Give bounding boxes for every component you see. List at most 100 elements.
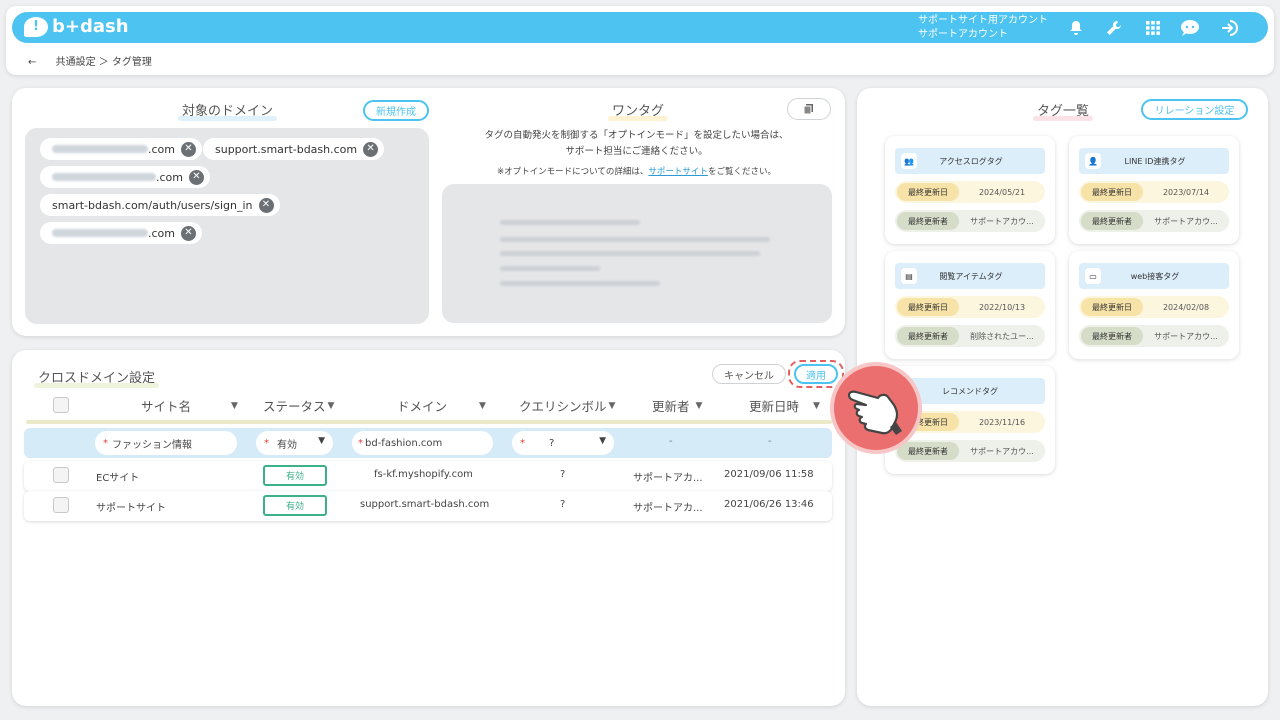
new-entry-row: * ファッション情報 * 有効 ▼ * bd-fashion.com *? ▼ - - xyxy=(24,428,832,458)
updated-row: 最終更新日 2024/05/21 xyxy=(895,181,1045,203)
select-all-checkbox[interactable] xyxy=(53,397,69,413)
status-select[interactable]: * 有効 ▼ xyxy=(256,431,333,455)
updater-row: 最終更新者 サポートアカウ... xyxy=(895,210,1045,232)
bell-icon[interactable] xyxy=(1066,18,1086,38)
select-value: 有効 xyxy=(277,439,297,451)
updated-value: 2023/07/14 xyxy=(1162,187,1210,197)
col-status[interactable]: ステータス ▼ xyxy=(263,396,334,415)
updater-label: 最終更新者 xyxy=(897,212,959,230)
chevron-down-icon: ▼ xyxy=(695,400,703,411)
updater-value: サポートアカウ... xyxy=(1154,216,1218,226)
tag-name: web接客タグ xyxy=(1130,271,1180,281)
chevron-down-icon: ▼ xyxy=(231,400,238,411)
col-site-name[interactable]: サイト名 ▼ xyxy=(141,396,238,415)
input-value: bd-fashion.com xyxy=(365,437,443,449)
copy-button[interactable] xyxy=(787,98,831,120)
site-name-cell: ECサイト xyxy=(96,473,140,484)
updater-label: 最終更新者 xyxy=(1081,327,1143,345)
table-row[interactable]: ECサイト 有効 fs-kf.myshopify.com ? サポートアカ...… xyxy=(24,461,832,491)
updater-label: 最終更新者 xyxy=(897,327,959,345)
row-checkbox[interactable] xyxy=(53,467,69,483)
updated-value: 2022/10/13 xyxy=(978,302,1026,312)
new-domain-button[interactable]: 新規作成 xyxy=(363,100,429,121)
updater-cell: サポートアカ... xyxy=(633,503,703,514)
domain-chip: smart-bdash.com/auth/users/sign_in ✕ xyxy=(40,194,280,216)
domain-text: .com xyxy=(148,226,175,240)
onetag-description: タグの自動発火を制御する「オプトインモード」を設定したい場合は、 サポート担当に… xyxy=(440,128,833,160)
chat-icon[interactable] xyxy=(1180,18,1200,38)
relation-settings-button[interactable]: リレーション設定 xyxy=(1141,99,1248,120)
header-divider xyxy=(26,420,832,424)
updater-cell: サポートアカ... xyxy=(633,473,703,484)
account-name: サポートサイト用アカウント xyxy=(918,15,1048,26)
logo-icon: ! xyxy=(24,16,48,37)
logo[interactable]: ! b+dash xyxy=(24,16,129,37)
tag-list-title: タグ一覧 xyxy=(1033,100,1094,121)
input-value: ファッション情報 xyxy=(112,439,192,451)
remove-icon[interactable]: ✕ xyxy=(181,225,196,241)
tag-card-web-service[interactable]: ▭ web接客タグ 最終更新日 2024/02/08 最終更新者 サポートアカウ... xyxy=(1069,251,1239,359)
status-badge: 有効 xyxy=(263,495,327,516)
copy-icon xyxy=(803,104,813,115)
chevron-down-icon: ▼ xyxy=(599,436,606,446)
tag-name: アクセスログタグ xyxy=(939,156,1003,166)
onetag-desc-line2: サポート担当にご連絡ください。 xyxy=(565,146,708,157)
remove-icon[interactable]: ✕ xyxy=(258,197,274,213)
cross-domain-title: クロスドメイン設定 xyxy=(34,367,160,388)
back-arrow-icon[interactable]: ← xyxy=(28,57,36,68)
col-updated-at[interactable]: 更新日時 ▼ xyxy=(749,396,820,415)
account-info[interactable]: サポートサイト用アカウント サポートアカウント xyxy=(918,14,1048,42)
blurred-text xyxy=(52,172,156,181)
tag-card-header: 👤 LINE ID連携タグ xyxy=(1079,148,1229,174)
col-label: 更新日時 xyxy=(749,399,800,414)
domains-title: 対象のドメイン xyxy=(178,100,278,121)
updated-row: 最終更新日 2023/07/14 xyxy=(1079,181,1229,203)
chevron-down-icon: ▼ xyxy=(479,400,486,411)
updated-cell: 2021/09/06 11:58 xyxy=(724,469,814,480)
site-name-input[interactable]: * ファッション情報 xyxy=(95,431,237,455)
updater-value: サポートアカウ... xyxy=(970,216,1034,226)
domain-input[interactable]: * bd-fashion.com xyxy=(352,431,493,455)
domain-cell: support.smart-bdash.com xyxy=(360,499,490,510)
table-row[interactable]: サポートサイト 有効 support.smart-bdash.com ? サポー… xyxy=(24,491,832,521)
blurred-text xyxy=(52,144,148,153)
domain-text: .com xyxy=(148,142,175,156)
col-label: 更新者 xyxy=(652,399,690,414)
col-domain[interactable]: ドメイン ▼ xyxy=(397,396,486,415)
updated-value: 2024/05/21 xyxy=(978,187,1026,197)
tag-card-line-id[interactable]: 👤 LINE ID連携タグ 最終更新日 2023/07/14 最終更新者 サポートアカ… xyxy=(1069,136,1239,244)
tag-card-header: 👥 アクセスログタグ xyxy=(895,148,1045,174)
remove-icon[interactable]: ✕ xyxy=(363,141,379,157)
support-site-link[interactable]: サポートサイト xyxy=(648,167,708,177)
tag-card-access-log[interactable]: 👥 アクセスログタグ 最終更新日 2024/05/21 最終更新者 サポートアカウ..… xyxy=(885,136,1055,244)
remove-icon[interactable]: ✕ xyxy=(181,141,196,157)
query-symbol-select[interactable]: *? ▼ xyxy=(512,431,614,455)
cancel-button[interactable]: キャンセル xyxy=(712,364,786,384)
updater-value: サポートアカウ... xyxy=(970,446,1034,456)
onetag-note: ※オプトインモードについての詳細は、サポートサイトをご覧ください。 xyxy=(440,164,833,180)
site-name-cell: サポートサイト xyxy=(96,503,166,514)
updated-label: 最終更新日 xyxy=(1081,298,1143,316)
col-query-symbol[interactable]: クエリシンボル ▼ xyxy=(519,396,615,415)
chevron-down-icon: ▼ xyxy=(327,400,335,411)
logo-text: b+dash xyxy=(52,16,129,37)
top-bar: ! b+dash サポートサイト用アカウント サポートアカウント xyxy=(12,12,1268,43)
remove-icon[interactable]: ✕ xyxy=(189,169,204,185)
tag-card-header: ▤ 閲覧アイテムタグ xyxy=(895,263,1045,289)
updater-value: サポートアカウ... xyxy=(1154,331,1218,341)
updated-value: 2024/02/08 xyxy=(1162,302,1210,312)
wrench-icon[interactable] xyxy=(1104,18,1124,38)
updater-label: 最終更新者 xyxy=(897,442,959,460)
grid-icon[interactable] xyxy=(1143,18,1163,38)
col-updater[interactable]: 更新者 ▼ xyxy=(652,396,702,415)
breadcrumb: ← 共通設定 ＞ タグ管理 xyxy=(28,53,152,68)
logout-icon[interactable] xyxy=(1220,18,1240,38)
col-label: クエリシンボル xyxy=(519,399,607,414)
person-icon: 👤 xyxy=(1085,153,1101,169)
chevron-down-icon: ▼ xyxy=(813,400,820,411)
row-checkbox[interactable] xyxy=(53,497,69,513)
tag-card-viewed-items[interactable]: ▤ 閲覧アイテムタグ 最終更新日 2022/10/13 最終更新者 削除されたユー..… xyxy=(885,251,1055,359)
symbol-cell: ? xyxy=(560,469,566,480)
chevron-down-icon: ▼ xyxy=(608,400,616,411)
domain-text: support.smart-bdash.com xyxy=(215,142,358,156)
